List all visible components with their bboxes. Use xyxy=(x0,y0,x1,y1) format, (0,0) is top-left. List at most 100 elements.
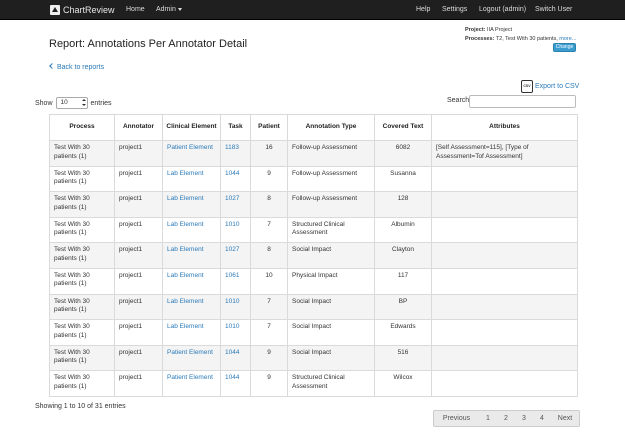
attributes-cell xyxy=(431,370,578,397)
task-link[interactable]: 1010 xyxy=(225,221,239,228)
attributes-cell xyxy=(431,165,578,193)
clinical-element-link[interactable]: Patient Element xyxy=(167,144,213,151)
nav-admin-dropdown[interactable]: Admin xyxy=(156,0,182,20)
clinical-element-link[interactable]: Lab Element xyxy=(167,170,204,177)
column-header-patient[interactable]: Patient xyxy=(250,114,288,141)
column-header-annotation-type[interactable]: Annotation Type xyxy=(287,114,375,141)
covered-text-cell: Wilcox xyxy=(374,370,432,397)
patient-cell: 8 xyxy=(250,242,288,269)
covered-text-cell: Edwards xyxy=(374,319,432,346)
nav-admin-label: Admin xyxy=(156,6,176,13)
export-csv-link[interactable]: Export to CSV xyxy=(521,79,579,93)
clinical-element-cell: Lab Element xyxy=(162,319,221,346)
nav-help[interactable]: Help xyxy=(416,0,430,20)
nav-switch-user[interactable]: Switch User xyxy=(535,0,572,20)
column-header-task[interactable]: Task xyxy=(220,114,251,141)
caret-down-icon xyxy=(177,7,182,11)
process-cell: Test With 30 patients (1) xyxy=(49,191,115,218)
more-link[interactable]: more... xyxy=(559,36,576,42)
patient-cell: 7 xyxy=(250,319,288,346)
brand-link[interactable]: ChartReview xyxy=(50,4,115,16)
pagination-page-1[interactable]: 1 xyxy=(479,411,497,426)
clinical-element-link[interactable]: Patient Element xyxy=(167,374,213,381)
task-link[interactable]: 1044 xyxy=(225,170,239,177)
pagination-page-2[interactable]: 2 xyxy=(497,411,515,426)
covered-text-cell: 6082 xyxy=(374,140,432,167)
search-input[interactable] xyxy=(469,95,576,108)
clinical-element-link[interactable]: Lab Element xyxy=(167,195,204,202)
table-row: Test With 30 patients (1) project1 Lab Ele… xyxy=(49,242,578,269)
annotator-cell: project1 xyxy=(114,242,163,269)
column-header-process[interactable]: Process xyxy=(49,114,115,141)
process-cell: Test With 30 patients (1) xyxy=(49,370,115,397)
annotation-type-cell: Structured Clinical Assessment xyxy=(287,370,375,397)
task-cell: 1010 xyxy=(220,319,251,346)
process-cell: Test With 30 patients (1) xyxy=(49,293,115,321)
task-link[interactable]: 1010 xyxy=(225,298,239,305)
clinical-element-link[interactable]: Lab Element xyxy=(167,246,204,253)
annotator-cell: project1 xyxy=(114,293,163,321)
covered-text-cell: 117 xyxy=(374,267,432,295)
covered-text-cell: 516 xyxy=(374,344,432,372)
clinical-element-cell: Lab Element xyxy=(162,165,221,193)
task-link[interactable]: 1044 xyxy=(225,349,239,356)
task-link[interactable]: 1044 xyxy=(225,374,239,381)
clinical-element-link[interactable]: Lab Element xyxy=(167,323,204,330)
table-header-row: Process Annotator Clinical Element Task … xyxy=(49,114,578,141)
attributes-cell xyxy=(431,293,578,321)
clinical-element-link[interactable]: Lab Element xyxy=(167,272,204,279)
column-header-annotator[interactable]: Annotator xyxy=(114,114,163,141)
process-cell: Test With 30 patients (1) xyxy=(49,165,115,193)
patient-cell: 8 xyxy=(250,191,288,218)
task-link[interactable]: 1061 xyxy=(225,272,239,279)
pagination-page-4[interactable]: 4 xyxy=(533,411,551,426)
pagination-next[interactable]: Next xyxy=(551,411,579,426)
task-cell: 1061 xyxy=(220,267,251,295)
annotation-type-cell: Social Impact xyxy=(287,293,375,321)
project-label: Project: xyxy=(465,27,486,33)
task-cell: 1027 xyxy=(220,242,251,269)
nav-settings[interactable]: Settings xyxy=(442,0,467,20)
entries-length-control: Show 10 entries xyxy=(35,97,112,109)
nav-logout[interactable]: Logout (admin) xyxy=(479,0,526,20)
annotation-type-cell: Social Impact xyxy=(287,344,375,372)
change-button[interactable]: Change xyxy=(553,43,576,52)
process-cell: Test With 30 patients (1) xyxy=(49,140,115,167)
clinical-element-link[interactable]: Lab Element xyxy=(167,298,204,305)
annotation-type-cell: Social Impact xyxy=(287,319,375,346)
annotator-cell: project1 xyxy=(114,140,163,167)
table-row: Test With 30 patients (1) project1 Patient… xyxy=(49,344,578,372)
brand-name: ChartReview xyxy=(63,5,115,15)
task-link[interactable]: 1183 xyxy=(225,144,239,151)
top-navbar: ChartReview Home Admin Help Settings Log… xyxy=(0,0,625,20)
task-link[interactable]: 1027 xyxy=(225,246,239,253)
page-title: Report: Annotations Per Annotator Detail xyxy=(49,38,248,50)
task-link[interactable]: 1010 xyxy=(225,323,239,330)
task-cell: 1044 xyxy=(220,370,251,397)
patient-cell: 7 xyxy=(250,216,288,244)
pagination-previous[interactable]: Previous xyxy=(434,411,479,426)
column-header-attributes[interactable]: Attributes xyxy=(431,114,578,141)
pagination: Previous 1 2 3 4 Next xyxy=(433,410,580,427)
back-to-reports-link[interactable]: Back to reports xyxy=(49,63,105,71)
table-row: Test With 30 patients (1) project1 Patient… xyxy=(49,140,578,167)
task-link[interactable]: 1027 xyxy=(225,195,239,202)
patient-cell: 9 xyxy=(250,165,288,193)
attributes-cell xyxy=(431,191,578,218)
column-header-covered-text[interactable]: Covered Text xyxy=(374,114,432,141)
annotator-cell: project1 xyxy=(114,165,163,193)
table-row: Test With 30 patients (1) project1 Lab Ele… xyxy=(49,165,578,193)
clinical-element-link[interactable]: Lab Element xyxy=(167,221,204,228)
back-link-label: Back to reports xyxy=(57,64,105,71)
project-value: IIA Project xyxy=(487,27,513,33)
table-row: Test With 30 patients (1) project1 Lab Ele… xyxy=(49,319,578,346)
pagination-page-3[interactable]: 3 xyxy=(515,411,533,426)
clinical-element-cell: Lab Element xyxy=(162,293,221,321)
annotator-cell: project1 xyxy=(114,191,163,218)
clinical-element-link[interactable]: Patient Element xyxy=(167,349,213,356)
nav-home[interactable]: Home xyxy=(126,0,145,20)
entries-select[interactable]: 10 xyxy=(55,97,88,109)
column-header-clinical-element[interactable]: Clinical Element xyxy=(162,114,221,141)
process-cell: Test With 30 patients (1) xyxy=(49,319,115,346)
attributes-cell: [Self Assessment=115], [Type of Assessme… xyxy=(431,140,578,167)
